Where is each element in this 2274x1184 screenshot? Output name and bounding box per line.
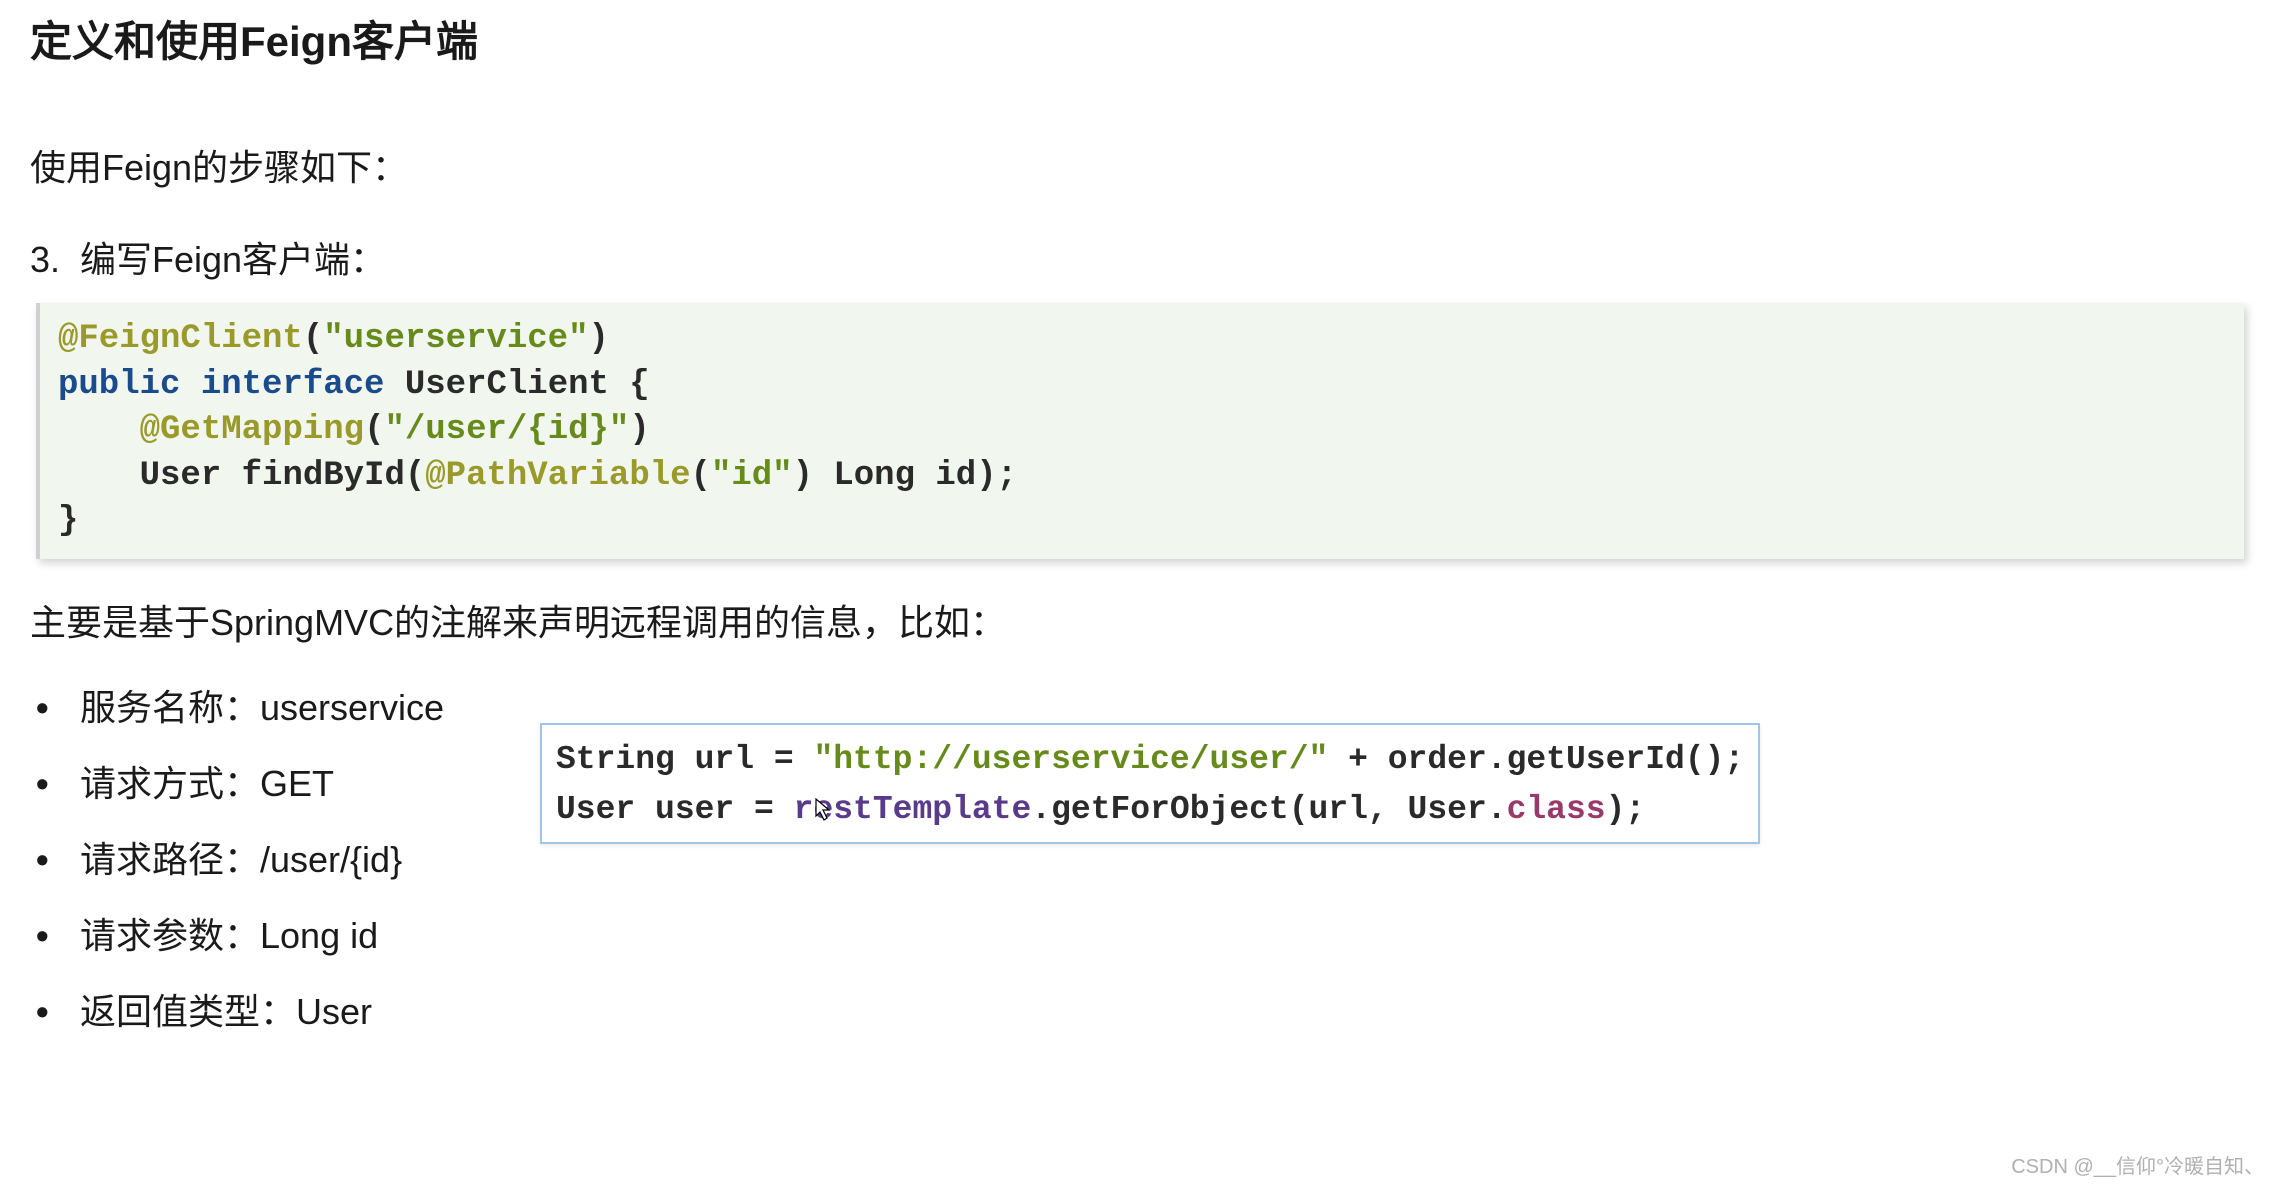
code-block-main: @FeignClient("userservice") public inter… [36, 303, 2244, 559]
brace: } [58, 502, 78, 540]
code-line: public interface UserClient { [58, 363, 2226, 409]
identifier: UserClient { [384, 366, 649, 404]
string-literal: "/user/{id}" [384, 411, 629, 449]
list-item: •请求参数：Long id [36, 909, 2244, 963]
watermark: CSDN @__信仰°冷暖自知、 [2011, 1150, 2264, 1179]
code-line: @GetMapping("/user/{id}") [58, 408, 2226, 454]
paren: ( [364, 411, 384, 449]
code-text: ); [1606, 791, 1646, 828]
code-text: + order.getUserId(); [1328, 741, 1744, 778]
string-literal: "userservice" [323, 320, 588, 358]
step-label: 3.编写Feign客户端： [30, 231, 2244, 283]
page-title: 定义和使用Feign客户端 [30, 8, 2244, 69]
bullet-text: 返回值类型：User [80, 991, 372, 1032]
paren: ( [691, 457, 711, 495]
bullet-dot: • [36, 909, 80, 963]
paren: ( [303, 320, 323, 358]
step-text: 编写Feign客户端： [80, 239, 386, 280]
code-line: String url = "http://userservice/user/" … [556, 735, 1744, 785]
code-text: .getForObject(url, User. [1031, 791, 1506, 828]
bullet-text: 请求路径：/user/{id} [80, 839, 402, 880]
method-sig: User findById( [140, 457, 426, 495]
bullet-dot: • [36, 757, 80, 811]
anno-getmapping: @GetMapping [140, 411, 364, 449]
string-literal: "id" [711, 457, 793, 495]
indent [58, 457, 140, 495]
method-rest: ) Long id); [793, 457, 1017, 495]
code-text: User user = [556, 791, 794, 828]
keyword-class: class [1507, 791, 1606, 828]
bullet-dot: • [36, 985, 80, 1039]
string-url: "http://userservice/user/" [813, 741, 1328, 778]
intro-text: 使用Feign的步骤如下： [30, 139, 2244, 191]
indent [58, 411, 140, 449]
keyword: interface [201, 366, 385, 404]
bullet-text: 请求参数：Long id [80, 915, 378, 956]
bullet-dot: • [36, 833, 80, 887]
paren: ) [629, 411, 649, 449]
paren: ) [589, 320, 609, 358]
anno-pathvariable: @PathVariable [425, 457, 690, 495]
bullet-text: 服务名称：userservice [80, 687, 444, 728]
code-text: String url = [556, 741, 813, 778]
variable: restTemplate [794, 791, 1032, 828]
bullet-text: 请求方式：GET [80, 763, 334, 804]
floating-code-box: String url = "http://userservice/user/" … [540, 723, 1760, 844]
code-line: } [58, 499, 2226, 545]
code-line: User findById(@PathVariable("id") Long i… [58, 454, 2226, 500]
step-number: 3. [30, 239, 80, 281]
keyword: public [58, 366, 180, 404]
space [180, 366, 200, 404]
code-line: @FeignClient("userservice") [58, 317, 2226, 363]
bullet-dot: • [36, 681, 80, 735]
anno-feignclient: @FeignClient [58, 320, 303, 358]
list-item: •返回值类型：User [36, 985, 2244, 1039]
code-line: User user = restTemplate.getForObject(ur… [556, 785, 1744, 835]
description-text: 主要是基于SpringMVC的注解来声明远程调用的信息，比如： [30, 594, 2244, 646]
